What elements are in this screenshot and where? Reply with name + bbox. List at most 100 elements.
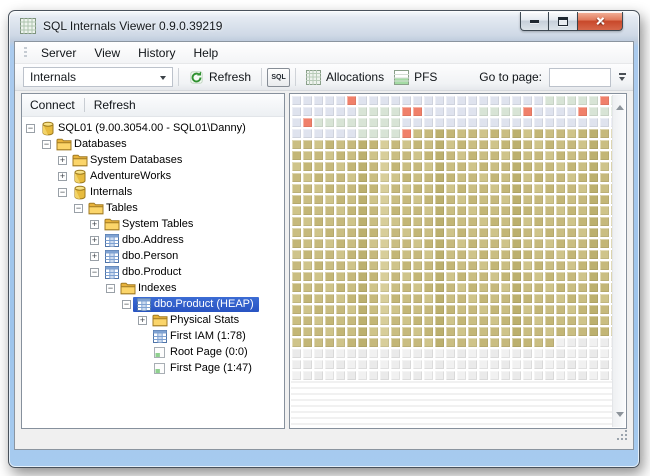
allocation-cell[interactable] [412, 139, 423, 150]
allocation-cell[interactable] [324, 249, 335, 260]
allocation-cell[interactable] [434, 117, 445, 128]
allocation-cell[interactable] [500, 172, 511, 183]
expand-icon[interactable]: + [138, 315, 147, 325]
allocation-cell[interactable] [599, 271, 610, 282]
allocation-cell[interactable] [368, 282, 379, 293]
tree-node[interactable]: dbo.Product (HEAP) [133, 296, 259, 312]
allocation-cell[interactable] [335, 150, 346, 161]
allocation-cell[interactable] [313, 227, 324, 238]
allocation-cell[interactable] [555, 128, 566, 139]
allocation-cell[interactable] [379, 205, 390, 216]
allocation-cell[interactable] [335, 348, 346, 359]
allocation-cell[interactable] [368, 304, 379, 315]
allocation-cell[interactable] [390, 194, 401, 205]
allocation-cell[interactable] [489, 161, 500, 172]
allocation-cell[interactable] [291, 348, 302, 359]
allocation-cell[interactable] [588, 106, 599, 117]
allocation-cell[interactable] [588, 370, 599, 381]
allocation-cell[interactable] [456, 315, 467, 326]
allocation-cell[interactable] [555, 304, 566, 315]
allocation-cell[interactable] [522, 150, 533, 161]
allocation-cell[interactable] [412, 106, 423, 117]
allocation-cell[interactable] [467, 282, 478, 293]
allocation-cell[interactable] [291, 205, 302, 216]
allocation-cell[interactable] [313, 150, 324, 161]
allocation-cell[interactable] [313, 161, 324, 172]
allocation-cell[interactable] [324, 282, 335, 293]
allocation-cell[interactable] [555, 359, 566, 370]
allocation-cell[interactable] [390, 161, 401, 172]
allocation-cell[interactable] [533, 106, 544, 117]
allocation-cell[interactable] [577, 95, 588, 106]
allocation-cell[interactable] [401, 293, 412, 304]
allocation-cell[interactable] [588, 260, 599, 271]
allocation-cell[interactable] [555, 216, 566, 227]
allocation-cell[interactable] [390, 359, 401, 370]
allocation-cell[interactable] [566, 194, 577, 205]
allocation-cell[interactable] [423, 106, 434, 117]
allocation-cell[interactable] [566, 315, 577, 326]
allocation-cell[interactable] [368, 128, 379, 139]
allocation-cell[interactable] [434, 95, 445, 106]
allocation-cell[interactable] [302, 150, 313, 161]
allocation-cell[interactable] [533, 139, 544, 150]
allocation-cell[interactable] [588, 282, 599, 293]
allocation-cell[interactable] [555, 271, 566, 282]
scroll-down-icon[interactable] [616, 412, 624, 417]
allocation-cell[interactable] [324, 260, 335, 271]
allocation-cell[interactable] [412, 348, 423, 359]
allocation-cell[interactable] [346, 315, 357, 326]
allocation-cell[interactable] [577, 128, 588, 139]
allocation-cell[interactable] [434, 348, 445, 359]
allocation-cell[interactable] [357, 326, 368, 337]
allocation-cell[interactable] [599, 205, 610, 216]
allocation-cell[interactable] [335, 370, 346, 381]
allocation-cell[interactable] [544, 205, 555, 216]
allocation-cell[interactable] [368, 337, 379, 348]
allocation-cell[interactable] [566, 370, 577, 381]
allocation-cell[interactable] [511, 106, 522, 117]
allocation-cell[interactable] [324, 128, 335, 139]
allocation-cell[interactable] [379, 260, 390, 271]
allocation-cell[interactable] [500, 227, 511, 238]
allocation-cell[interactable] [511, 150, 522, 161]
allocation-cell[interactable] [346, 293, 357, 304]
allocation-cell[interactable] [456, 337, 467, 348]
allocation-cell[interactable] [500, 326, 511, 337]
allocation-cell[interactable] [588, 150, 599, 161]
allocation-cell[interactable] [291, 238, 302, 249]
allocation-cell[interactable] [346, 161, 357, 172]
allocation-cell[interactable] [302, 205, 313, 216]
refresh-button[interactable]: Refresh [184, 68, 256, 87]
allocation-cell[interactable] [533, 293, 544, 304]
allocation-cell[interactable] [302, 106, 313, 117]
allocation-cell[interactable] [478, 238, 489, 249]
allocation-cell[interactable] [478, 315, 489, 326]
allocation-cell[interactable] [599, 117, 610, 128]
allocation-cell[interactable] [379, 282, 390, 293]
allocation-cell[interactable] [588, 205, 599, 216]
allocation-cell[interactable] [544, 139, 555, 150]
allocation-cell[interactable] [346, 282, 357, 293]
allocation-cell[interactable] [599, 348, 610, 359]
allocation-cell[interactable] [346, 304, 357, 315]
allocation-cell[interactable] [456, 161, 467, 172]
allocation-cell[interactable] [588, 293, 599, 304]
allocation-cell[interactable] [467, 359, 478, 370]
allocation-cell[interactable] [335, 249, 346, 260]
allocation-cell[interactable] [489, 183, 500, 194]
allocation-cell[interactable] [346, 348, 357, 359]
allocation-cell[interactable] [412, 128, 423, 139]
allocation-cell[interactable] [577, 139, 588, 150]
allocation-cell[interactable] [401, 315, 412, 326]
allocation-cell[interactable] [577, 238, 588, 249]
allocation-cell[interactable] [302, 238, 313, 249]
allocation-cell[interactable] [456, 282, 467, 293]
allocation-cell[interactable] [588, 315, 599, 326]
allocation-cell[interactable] [357, 348, 368, 359]
allocation-cell[interactable] [357, 293, 368, 304]
allocation-cell[interactable] [500, 117, 511, 128]
allocation-cell[interactable] [291, 106, 302, 117]
allocation-cell[interactable] [368, 106, 379, 117]
allocation-cell[interactable] [500, 271, 511, 282]
